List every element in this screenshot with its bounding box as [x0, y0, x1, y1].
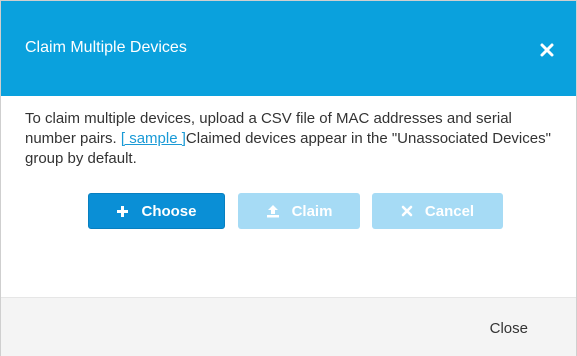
dialog-footer: Close: [1, 297, 576, 356]
sample-link[interactable]: [ sample ]: [121, 130, 186, 147]
cancel-label: Cancel: [424, 202, 475, 220]
dialog-header: Claim Multiple Devices: [1, 1, 576, 96]
dialog-title: Claim Multiple Devices: [25, 39, 187, 56]
claim-label: Claim: [291, 202, 333, 220]
upload-icon: [266, 205, 279, 218]
close-x-icon[interactable]: [536, 39, 558, 61]
plus-icon: [117, 205, 129, 217]
claim-devices-dialog: Claim Multiple Devices To claim multiple…: [0, 0, 577, 356]
cancel-button[interactable]: Cancel: [372, 193, 503, 229]
dialog-message: To claim multiple devices, upload a CSV …: [25, 109, 555, 169]
claim-button[interactable]: Claim: [238, 193, 360, 229]
footer-close-button[interactable]: Close: [490, 320, 528, 337]
choose-button[interactable]: Choose: [88, 193, 225, 229]
x-icon: [401, 205, 413, 217]
choose-label: Choose: [141, 202, 197, 220]
